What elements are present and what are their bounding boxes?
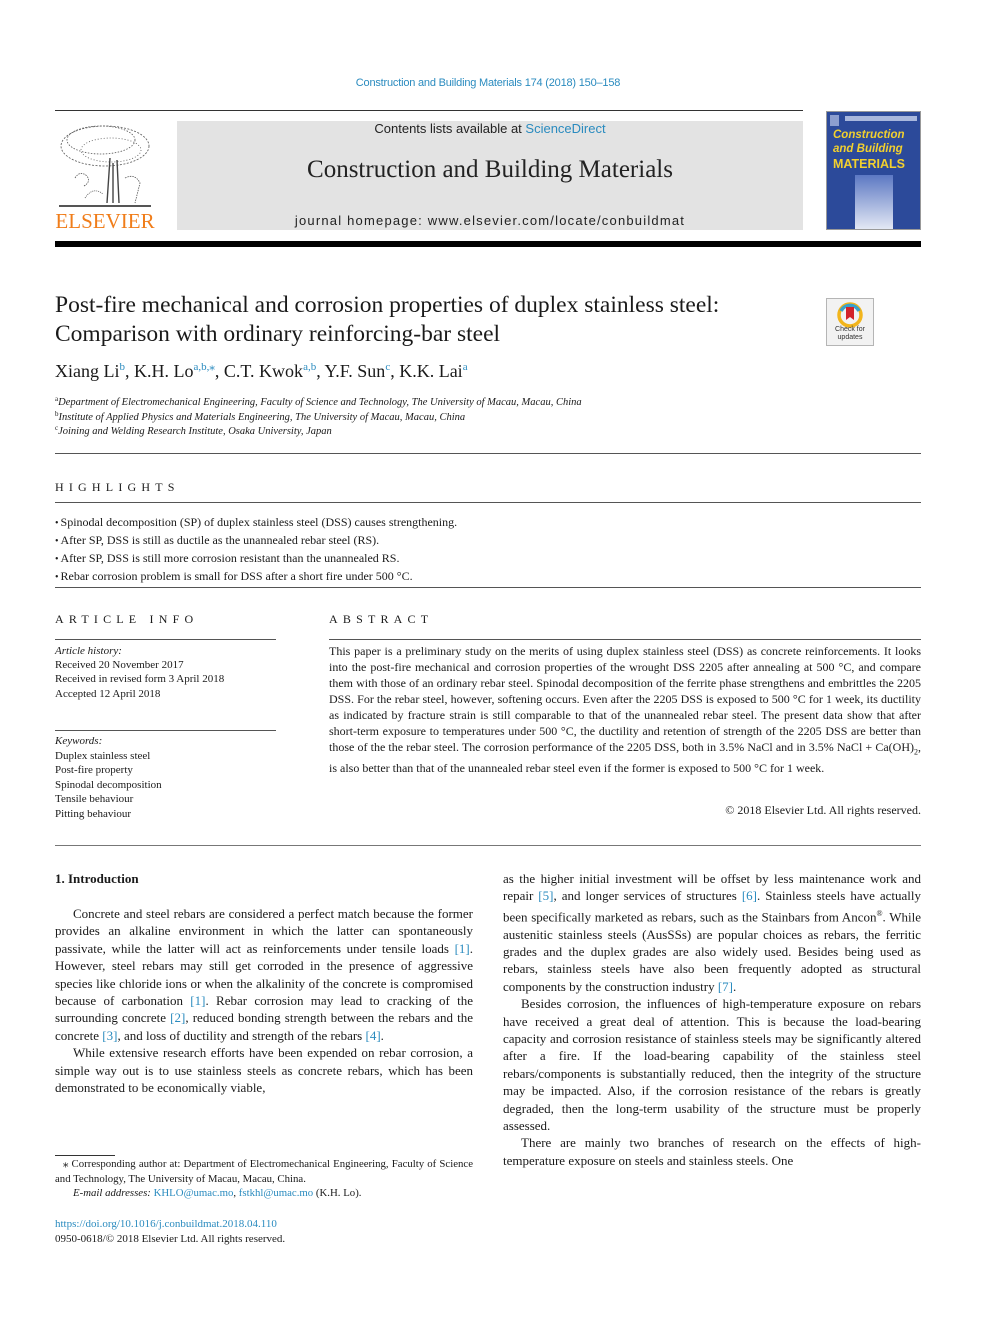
citation-link[interactable]: [4]	[365, 1028, 380, 1043]
check-for-updates-button[interactable]: Check for updates	[826, 298, 874, 346]
journal-title: Construction and Building Materials	[307, 156, 673, 183]
affiliation-item: aDepartment of Electromechanical Enginee…	[55, 395, 582, 409]
keywords-label: Keywords:	[55, 735, 103, 747]
citation-link[interactable]: [5]	[538, 888, 553, 903]
highlights-heading: HIGHLIGHTS	[55, 480, 180, 494]
doi-link[interactable]: https://doi.org/10.1016/j.conbuildmat.20…	[55, 1218, 277, 1230]
citation-link[interactable]: [2]	[170, 1010, 185, 1025]
issn-copyright: 0950-0618/© 2018 Elsevier Ltd. All right…	[55, 1232, 286, 1245]
section-heading: 1. Introduction	[55, 871, 139, 886]
journal-reference-link[interactable]: Construction and Building Materials 174 …	[0, 77, 976, 89]
history-received: Received 20 November 2017	[55, 659, 184, 672]
footnote-rule	[55, 1155, 115, 1156]
highlights-list: Spinodal decomposition (SP) of duplex st…	[55, 514, 458, 586]
journal-homepage[interactable]: journal homepage: www.elsevier.com/locat…	[177, 213, 803, 228]
body-column-right: as the higher initial investment will be…	[503, 870, 921, 1169]
cover-title-line1: Construction	[833, 129, 905, 141]
crossmark-label-line1: Check for	[835, 326, 865, 333]
elsevier-logo[interactable]: ELSEVIER	[55, 118, 155, 234]
divider	[329, 639, 921, 640]
paragraph: Concrete and steel rebars are considered…	[55, 906, 473, 1043]
article-info-heading: ARTICLE INFO	[55, 612, 199, 626]
contents-prefix: Contents lists available at	[374, 121, 526, 136]
abstract-text: This paper is a preliminary study on the…	[329, 644, 921, 776]
publisher-wordmark: ELSEVIER	[55, 209, 155, 233]
article-title-line2: Comparison with ordinary reinforcing-bar…	[55, 321, 501, 347]
footnote: ⁎ Corresponding author at: Department of…	[55, 1157, 473, 1201]
citation-link[interactable]: [6]	[742, 888, 757, 903]
abstract-copyright: © 2018 Elsevier Ltd. All rights reserved…	[725, 803, 921, 817]
author[interactable]: C.T. Kwoka,b	[224, 361, 316, 381]
keyword: Spinodal decomposition	[55, 778, 162, 791]
citation-link[interactable]: [7]	[718, 979, 733, 994]
citation-link[interactable]: [3]	[102, 1028, 117, 1043]
highlight-item: After SP, DSS is still more corrosion re…	[55, 550, 457, 568]
crossmark-label-line2: updates	[837, 334, 863, 341]
keyword: Duplex stainless steel	[55, 749, 151, 762]
keywords: Keywords: Duplex stainless steel Post-fi…	[55, 734, 162, 821]
sciencedirect-link[interactable]: ScienceDirect	[525, 121, 605, 136]
author[interactable]: Y.F. Sunc	[325, 361, 391, 381]
elsevier-tree-icon	[59, 125, 151, 207]
cover-emblem-icon	[830, 115, 839, 126]
article-history: Article history: Received 20 November 20…	[55, 644, 224, 701]
author[interactable]: K.K. Laia	[399, 361, 467, 381]
author-list: Xiang Lib, K.H. Loa,b,⁎, C.T. Kwoka,b, Y…	[55, 361, 468, 381]
keyword: Tensile behaviour	[55, 793, 134, 805]
article-title-line1: Post-fire mechanical and corrosion prope…	[55, 292, 720, 318]
citation-link[interactable]: [1]	[190, 993, 205, 1008]
history-revised: Received in revised form 3 April 2018	[55, 673, 225, 686]
keyword: Pitting behaviour	[55, 807, 132, 820]
divider	[55, 845, 921, 846]
masthead-bottom-rule	[55, 241, 921, 247]
author-affiliation-marker[interactable]: a,b,⁎	[194, 361, 215, 373]
affiliations: aDepartment of Electromechanical Enginee…	[55, 396, 582, 440]
paragraph: as the higher initial investment will be…	[503, 871, 921, 994]
history-accepted: Accepted 12 April 2018	[55, 687, 161, 700]
author-affiliation-marker[interactable]: a,b	[303, 361, 316, 373]
divider	[55, 453, 921, 454]
affiliation-item: cJoining and Welding Research Institute,…	[55, 424, 332, 438]
journal-cover-image[interactable]: Construction and Building MATERIALS	[826, 111, 921, 230]
divider	[55, 502, 921, 503]
highlight-item: Rebar corrosion problem is small for DSS…	[55, 568, 457, 586]
author[interactable]: K.H. Loa,b,⁎	[134, 361, 215, 381]
contents-availability: Contents lists available at ScienceDirec…	[177, 121, 803, 136]
paragraph: Besides corrosion, the influences of hig…	[503, 996, 921, 1134]
author[interactable]: Xiang Lib	[55, 361, 125, 381]
email-link[interactable]: KHLO@umac.mo	[154, 1187, 234, 1199]
affiliation-item: bInstitute of Applied Physics and Materi…	[55, 409, 466, 423]
corresponding-author-note: ⁎ Corresponding author at: Department of…	[55, 1158, 473, 1185]
divider	[55, 639, 276, 640]
author-affiliation-marker[interactable]: a	[463, 361, 468, 373]
paragraph: While extensive research efforts have be…	[55, 1045, 473, 1096]
highlight-item: After SP, DSS is still as ductile as the…	[55, 532, 457, 550]
highlight-item: Spinodal decomposition (SP) of duplex st…	[55, 514, 458, 532]
cover-title-line2: and Building	[833, 143, 903, 155]
email-link[interactable]: fstkhl@umac.mo	[239, 1187, 313, 1199]
cover-title-line3: MATERIALS	[833, 157, 905, 171]
divider	[55, 587, 921, 588]
article-title: Post-fire mechanical and corrosion prope…	[55, 291, 815, 349]
masthead-top-rule	[55, 110, 803, 111]
keyword: Post-fire property	[55, 764, 133, 776]
divider	[55, 730, 276, 731]
citation-link[interactable]: [1]	[455, 941, 470, 956]
abstract-heading: ABSTRACT	[329, 612, 434, 626]
email-addresses: E-mail addresses: KHLO@umac.mo, fstkhl@u…	[73, 1187, 362, 1199]
cover-panel	[855, 175, 893, 229]
article-history-label: Article history:	[55, 645, 122, 657]
crossmark-icon	[837, 302, 863, 328]
doi-block: https://doi.org/10.1016/j.conbuildmat.20…	[55, 1217, 285, 1246]
body-column-left: Concrete and steel rebars are considered…	[55, 905, 473, 1096]
cover-top-bar	[845, 116, 917, 121]
paragraph: There are mainly two branches of researc…	[503, 1135, 921, 1168]
